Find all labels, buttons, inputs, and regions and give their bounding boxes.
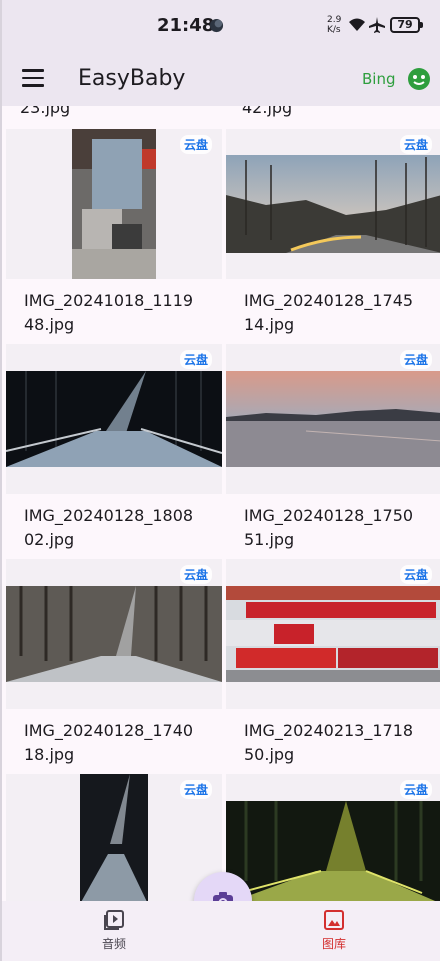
photo-item[interactable]: 云盘 IMG_20240128_1750 51.jpg	[226, 344, 440, 559]
battery-icon: 79	[390, 17, 423, 33]
photo-thumbnail[interactable]: 云盘	[226, 559, 440, 709]
cloud-badge: 云盘	[399, 350, 432, 369]
network-speed: 2.9 K/s	[327, 15, 342, 35]
photo-thumbnail[interactable]: 云盘	[6, 344, 222, 494]
wifi-icon	[349, 18, 365, 31]
bing-button[interactable]: Bing	[362, 70, 396, 88]
cloud-badge: 云盘	[179, 135, 212, 154]
photo-image	[226, 371, 440, 467]
photo-filename: IMG_20240128_1750 51.jpg	[244, 506, 414, 549]
photo-thumbnail[interactable]: 云盘	[6, 774, 222, 901]
photo-item[interactable]: 云盘 IMG_20240213_1718 50.jpg	[226, 559, 440, 774]
photo-image	[226, 801, 440, 901]
bottom-navigation: 音频 图库	[2, 901, 440, 961]
nav-audio[interactable]: 音频	[84, 909, 144, 952]
app-screen: 21:48 2.9 K/s 79 EasyBaby Bing 23.jpg 42…	[0, 0, 440, 961]
moon-icon	[209, 18, 224, 33]
photo-image	[6, 586, 222, 682]
photo-thumbnail[interactable]: 云盘	[226, 344, 440, 494]
photo-item[interactable]: 云盘 IMG_20240128_1740 18.jpg	[6, 559, 222, 774]
nav-gallery-label: 图库	[321, 937, 346, 951]
photo-image	[226, 586, 440, 682]
photo-filename: IMG_20240128_1808 02.jpg	[24, 506, 194, 549]
photo-item[interactable]: 云盘	[226, 774, 440, 901]
photo-image	[72, 129, 156, 279]
video-library-icon	[104, 910, 124, 930]
cloud-badge: 云盘	[179, 350, 212, 369]
photo-image	[80, 774, 148, 901]
photo-item[interactable]: 云盘 IMG_20240128_1808 02.jpg	[6, 344, 222, 559]
photo-filename: IMG_20241018_1119 48.jpg	[24, 291, 194, 334]
photo-thumbnail[interactable]: 云盘	[226, 129, 440, 279]
partial-caption-right: 42.jpg	[242, 106, 293, 117]
photo-thumbnail[interactable]: 云盘	[6, 129, 222, 279]
photo-filename: IMG_20240128_1745 14.jpg	[244, 291, 414, 334]
menu-icon[interactable]	[22, 69, 44, 89]
photo-thumbnail[interactable]: 云盘	[6, 559, 222, 709]
status-time: 21:48	[157, 15, 215, 36]
photo-filename: IMG_20240213_1718 50.jpg	[244, 721, 414, 764]
top-app-bar: EasyBaby Bing	[2, 52, 440, 106]
photo-image	[6, 371, 222, 467]
photo-item[interactable]: 云盘	[6, 774, 222, 901]
photo-filename: IMG_20240128_1740 18.jpg	[24, 721, 194, 764]
airplane-icon	[369, 17, 385, 33]
photo-image	[226, 155, 440, 253]
partial-caption-left: 23.jpg	[20, 106, 71, 117]
cloud-badge: 云盘	[399, 780, 432, 799]
face-icon[interactable]	[407, 67, 431, 91]
nav-gallery[interactable]: 图库	[304, 909, 364, 952]
cloud-badge: 云盘	[399, 565, 432, 584]
cloud-badge: 云盘	[179, 780, 212, 799]
photo-grid: 23.jpg 42.jpg 云盘 IMG_20241018_1119 48.jpg	[2, 106, 440, 901]
image-icon	[324, 910, 344, 930]
app-title: EasyBaby	[78, 66, 186, 91]
nav-audio-label: 音频	[101, 937, 126, 951]
photo-thumbnail[interactable]: 云盘	[226, 774, 440, 901]
status-bar: 21:48 2.9 K/s 79	[2, 0, 440, 52]
cloud-badge: 云盘	[179, 565, 212, 584]
photo-item[interactable]: 云盘 IMG_20241018_1119 48.jpg	[6, 129, 222, 344]
photo-item[interactable]: 云盘 IMG_20240128_1745 14.jpg	[226, 129, 440, 344]
cloud-badge: 云盘	[399, 135, 432, 154]
